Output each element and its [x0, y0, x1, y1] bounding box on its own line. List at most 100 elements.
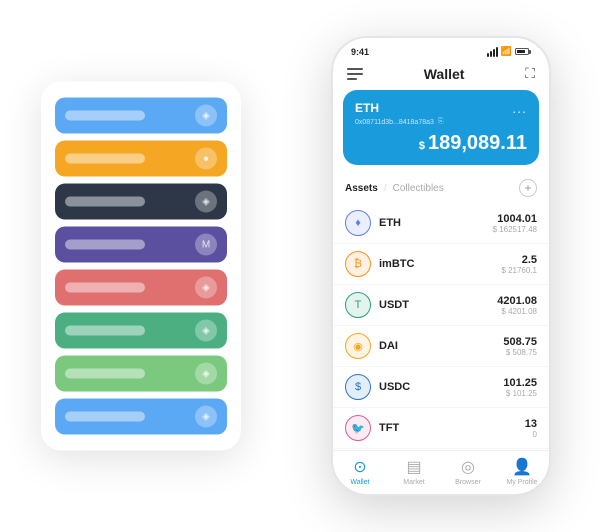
balance-amount: $189,089.11: [355, 132, 527, 155]
asset-values: 13 0: [525, 418, 537, 439]
card-icon: ◈: [195, 406, 217, 428]
asset-amount: 2.5: [501, 254, 537, 266]
card-label: [65, 197, 145, 207]
asset-icon: 🐦: [345, 415, 371, 441]
card-label: [65, 369, 145, 379]
asset-row[interactable]: T USDT 4201.08 $ 4201.08: [333, 285, 549, 326]
asset-usd: 0: [525, 430, 537, 439]
assets-tabs: Assets / Collectibles: [345, 183, 444, 194]
card-icon: ◈: [195, 191, 217, 213]
asset-row[interactable]: ♦ ETH 1004.01 $ 162517.48: [333, 203, 549, 244]
wallet-card-card-orange[interactable]: ●: [55, 141, 227, 177]
asset-values: 1004.01 $ 162517.48: [493, 213, 538, 234]
asset-icon: ₿: [345, 251, 371, 277]
nav-profile-icon: 👤: [512, 457, 532, 477]
card-icon: ◈: [195, 320, 217, 342]
asset-icon: ◉: [345, 333, 371, 359]
asset-values: 101.25 $ 101.25: [503, 377, 537, 398]
expand-icon[interactable]: ⛶: [525, 65, 535, 82]
phone-mockup: 9:41 📶 Walle: [331, 36, 551, 496]
asset-icon: T: [345, 292, 371, 318]
card-icon: ●: [195, 148, 217, 170]
asset-symbol: USDC: [379, 381, 503, 393]
page-title: Wallet: [424, 66, 465, 82]
balance-menu-dots[interactable]: ...: [512, 100, 527, 116]
asset-row[interactable]: ₿ imBTC 2.5 $ 21760.1: [333, 244, 549, 285]
card-icon: ◈: [195, 277, 217, 299]
wallet-card-card-purple[interactable]: M: [55, 227, 227, 263]
wallet-card-card-blue[interactable]: ◈: [55, 98, 227, 134]
asset-values: 4201.08 $ 4201.08: [497, 295, 537, 316]
asset-usd: $ 101.25: [503, 389, 537, 398]
card-label: [65, 154, 145, 164]
wifi-icon: 📶: [501, 46, 512, 57]
nav-market-label: Market: [403, 479, 424, 486]
tab-assets[interactable]: Assets: [345, 183, 378, 194]
nav-wallet-label: Wallet: [350, 479, 369, 486]
card-label: [65, 240, 145, 250]
asset-usd: $ 508.75: [503, 348, 537, 357]
balance-address: 0x08711d3b...8418a78a3 ⎘: [355, 118, 527, 126]
menu-icon[interactable]: [347, 68, 363, 80]
nav-item-browser[interactable]: ◎ Browser: [441, 457, 495, 486]
balance-card-top: ETH ...: [355, 100, 527, 116]
asset-usd: $ 4201.08: [497, 307, 537, 316]
card-label: [65, 326, 145, 336]
asset-symbol: imBTC: [379, 258, 501, 270]
nav-item-wallet[interactable]: ⊙ Wallet: [333, 457, 387, 486]
status-icons: 📶: [487, 46, 531, 57]
currency-symbol: $: [419, 140, 425, 152]
asset-symbol: ETH: [379, 217, 493, 229]
wallet-card-card-green[interactable]: ◈: [55, 313, 227, 349]
nav-item-market[interactable]: ▤ Market: [387, 457, 441, 486]
asset-symbol: DAI: [379, 340, 503, 352]
asset-amount: 4201.08: [497, 295, 537, 307]
asset-amount: 508.75: [503, 336, 537, 348]
nav-wallet-icon: ⊙: [353, 457, 366, 477]
asset-row[interactable]: ◉ DAI 508.75 $ 508.75: [333, 326, 549, 367]
phone-header: Wallet ⛶: [333, 61, 549, 90]
assets-header: Assets / Collectibles +: [333, 175, 549, 203]
wallet-card-card-lightgreen[interactable]: ◈: [55, 356, 227, 392]
asset-amount: 101.25: [503, 377, 537, 389]
card-label: [65, 412, 145, 422]
signal-icon: [487, 47, 498, 57]
asset-usd: $ 21760.1: [501, 266, 537, 275]
tab-separator: /: [384, 183, 387, 194]
add-asset-button[interactable]: +: [519, 179, 537, 197]
wallet-card-card-lightblue[interactable]: ◈: [55, 399, 227, 435]
nav-profile-label: My Profile: [506, 479, 537, 486]
scene: ◈ ● ◈ M ◈ ◈ ◈ ◈ 9:41: [21, 21, 581, 511]
tab-collectibles[interactable]: Collectibles: [393, 183, 444, 194]
copy-icon[interactable]: ⎘: [438, 118, 444, 126]
asset-icon: ♦: [345, 210, 371, 236]
asset-row[interactable]: $ USDC 101.25 $ 101.25: [333, 367, 549, 408]
nav-browser-icon: ◎: [461, 457, 475, 477]
asset-symbol: TFT: [379, 422, 525, 434]
asset-list: ♦ ETH 1004.01 $ 162517.48 ₿ imBTC 2.5 $ …: [333, 203, 549, 450]
card-label: [65, 283, 145, 293]
asset-symbol: USDT: [379, 299, 497, 311]
nav-browser-label: Browser: [455, 479, 481, 486]
card-icon: ◈: [195, 105, 217, 127]
balance-card: ETH ... 0x08711d3b...8418a78a3 ⎘ $189,08…: [343, 90, 539, 165]
asset-amount: 1004.01: [493, 213, 538, 225]
battery-icon: [515, 48, 531, 55]
wallet-card-card-dark[interactable]: ◈: [55, 184, 227, 220]
asset-values: 508.75 $ 508.75: [503, 336, 537, 357]
asset-amount: 13: [525, 418, 537, 430]
status-bar: 9:41 📶: [333, 38, 549, 61]
bottom-nav: ⊙ Wallet ▤ Market ◎ Browser 👤 My Profile: [333, 450, 549, 494]
asset-usd: $ 162517.48: [493, 225, 538, 234]
back-panel: ◈ ● ◈ M ◈ ◈ ◈ ◈: [41, 82, 241, 451]
card-icon: ◈: [195, 363, 217, 385]
nav-market-icon: ▤: [406, 457, 421, 477]
asset-row[interactable]: 🐦 TFT 13 0: [333, 408, 549, 449]
asset-values: 2.5 $ 21760.1: [501, 254, 537, 275]
card-label: [65, 111, 145, 121]
balance-coin: ETH: [355, 101, 379, 115]
asset-icon: $: [345, 374, 371, 400]
nav-item-profile[interactable]: 👤 My Profile: [495, 457, 549, 486]
card-icon: M: [195, 234, 217, 256]
wallet-card-card-red[interactable]: ◈: [55, 270, 227, 306]
